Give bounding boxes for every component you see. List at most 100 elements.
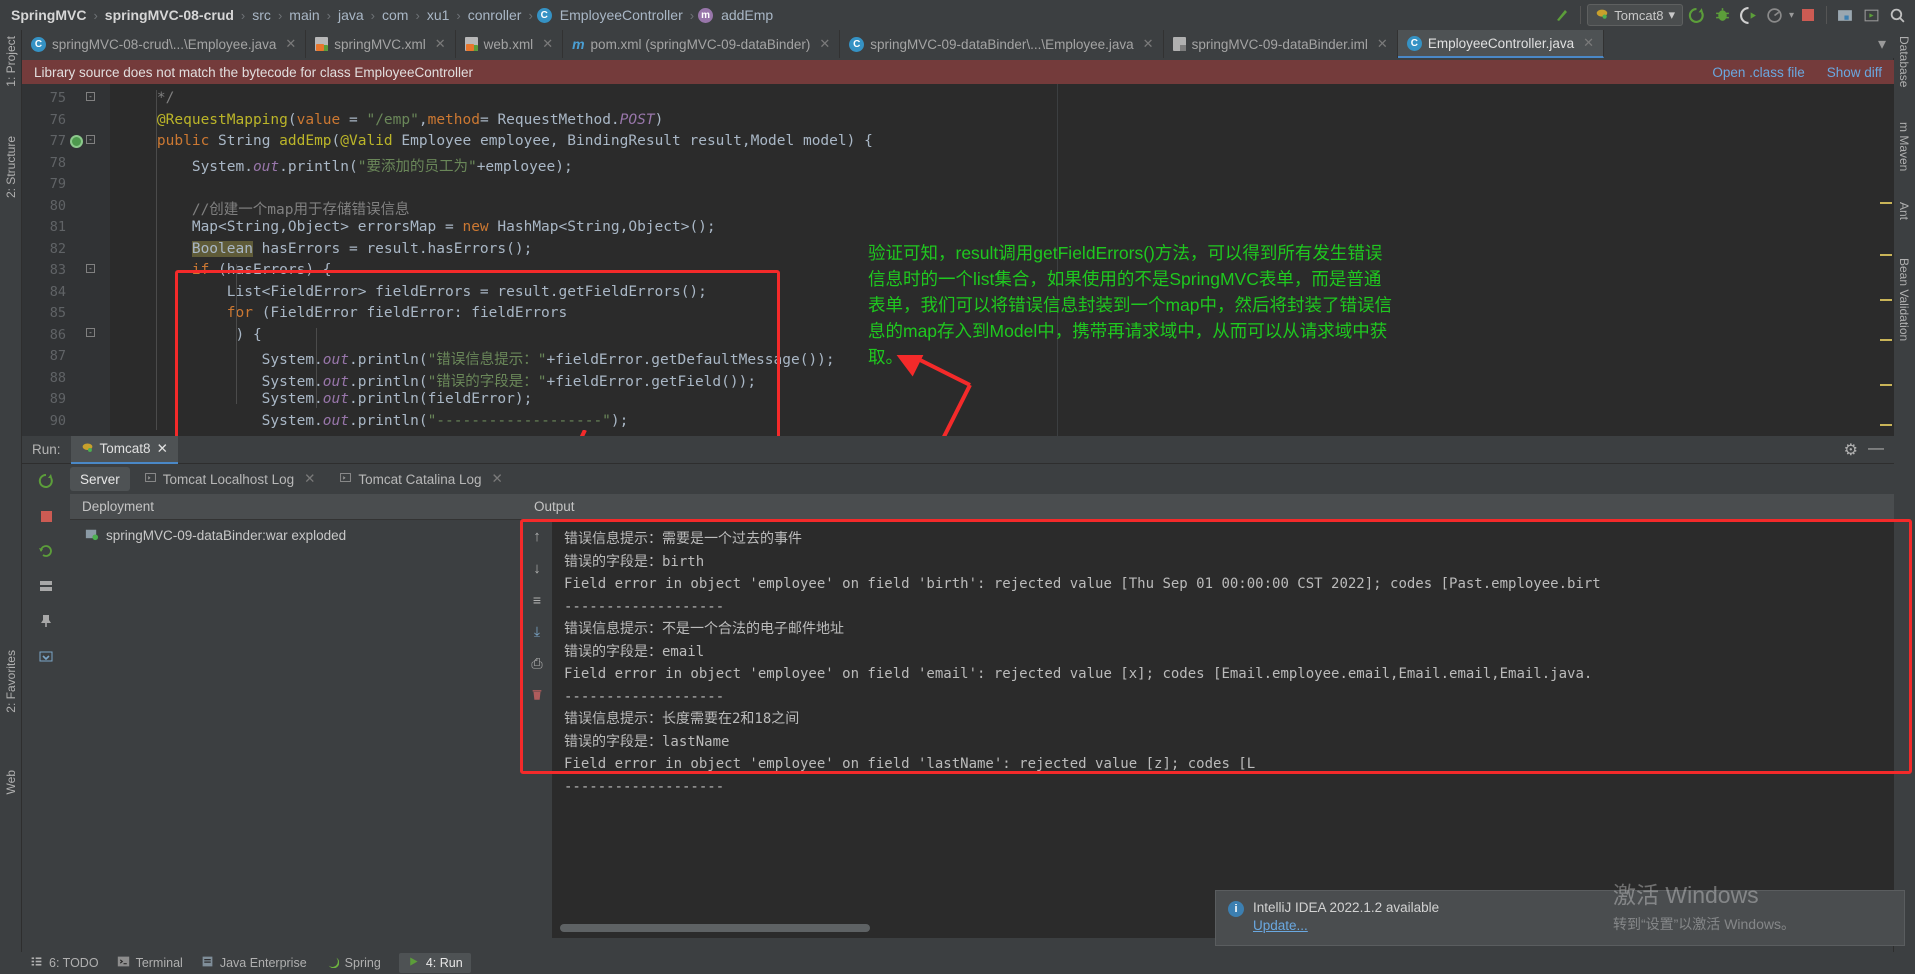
- code-line[interactable]: //创建一个map用于存储错误信息: [122, 198, 410, 219]
- profiler-button[interactable]: [1763, 3, 1787, 27]
- breadcrumb-item-src[interactable]: src: [249, 7, 274, 23]
- code-line[interactable]: List<FieldError> fieldErrors = result.ge…: [122, 284, 707, 300]
- editor-tab-1[interactable]: springMVC.xml ✕: [306, 30, 456, 58]
- run-subtab-2[interactable]: Tomcat Catalina Log ✕: [329, 467, 512, 491]
- restart-button[interactable]: [33, 540, 59, 562]
- sidebar-item-project[interactable]: 1: Project: [4, 36, 18, 87]
- run-tab-tomcat8[interactable]: Tomcat8 ✕: [70, 435, 178, 464]
- editor-tab-4[interactable]: CspringMVC-09-dataBinder\...\Employee.ja…: [840, 30, 1164, 58]
- update-notification[interactable]: i IntelliJ IDEA 2022.1.2 available Updat…: [1215, 890, 1905, 946]
- deployment-item[interactable]: springMVC-09-dataBinder:war exploded: [70, 520, 522, 544]
- editor-tab-3[interactable]: m pom.xml (springMVC-09-dataBinder) ✕: [563, 30, 841, 58]
- chevron-down-icon[interactable]: ▾: [1668, 7, 1675, 23]
- status-bar-item-terminal[interactable]: Terminal: [117, 955, 183, 971]
- breadcrumb-item-java[interactable]: java: [335, 7, 367, 23]
- pin-button[interactable]: [33, 610, 59, 632]
- soft-wrap-icon[interactable]: ≡: [533, 592, 541, 608]
- scroll-up-icon[interactable]: ↑: [533, 528, 541, 545]
- open-class-file-link[interactable]: Open .class file: [1712, 65, 1804, 80]
- close-icon[interactable]: ✕: [492, 471, 503, 487]
- layout-button[interactable]: [33, 575, 59, 597]
- breadcrumb-item-com[interactable]: com: [379, 7, 411, 23]
- status-bar-item-4-run[interactable]: 4: Run: [398, 953, 471, 973]
- marker-notch-5[interactable]: [1880, 424, 1892, 426]
- search-everywhere-button[interactable]: [1885, 3, 1909, 27]
- breadcrumb-item-main[interactable]: main: [286, 7, 322, 23]
- close-icon[interactable]: ✕: [435, 36, 446, 52]
- breadcrumb-item-springmvc-08-crud[interactable]: springMVC-08-crud: [102, 7, 237, 23]
- fold-marker-75[interactable]: -: [86, 92, 96, 102]
- fold-marker-77[interactable]: -: [86, 135, 96, 145]
- print-icon[interactable]: ⎙: [531, 655, 542, 672]
- profiler-chevron-icon[interactable]: ▾: [1789, 10, 1794, 21]
- editor-tab-6[interactable]: C EmployeeController.java ✕: [1397, 30, 1605, 58]
- sidebar-item-ant[interactable]: Ant: [1897, 202, 1911, 220]
- console-horizontal-scrollbar[interactable]: [560, 924, 870, 932]
- run-button[interactable]: [1685, 3, 1709, 27]
- scroll-to-end-icon[interactable]: ⤓: [534, 623, 540, 640]
- breadcrumb-item-employeecontroller[interactable]: C EmployeeController: [536, 7, 686, 23]
- code-line[interactable]: System.out.println("要添加的员工为"+employee);: [122, 155, 573, 176]
- notification-update-link[interactable]: Update...: [1253, 918, 1308, 933]
- code-line[interactable]: Boolean hasErrors = result.hasErrors();: [122, 240, 532, 257]
- close-icon[interactable]: ✕: [285, 36, 296, 52]
- debug-button[interactable]: [1711, 3, 1735, 27]
- console-output[interactable]: 错误信息提示：需要是一个过去的事件 错误的字段是：birth Field error…: [552, 520, 1894, 938]
- breadcrumb-item-addemp[interactable]: m addEmp: [698, 7, 776, 23]
- fold-marker-86[interactable]: -: [86, 328, 96, 338]
- close-icon[interactable]: ✕: [304, 471, 315, 487]
- show-diff-link[interactable]: Show diff: [1827, 65, 1882, 80]
- run-with-coverage-button[interactable]: [1737, 3, 1761, 27]
- close-icon[interactable]: ✕: [1377, 36, 1388, 52]
- marker-notch-0[interactable]: [1880, 202, 1892, 204]
- breadcrumb-item-xu1[interactable]: xu1: [424, 7, 453, 23]
- status-bar-item-java-enterprise[interactable]: Java Enterprise: [201, 955, 307, 971]
- editor-tab-5[interactable]: springMVC-09-dataBinder.iml ✕: [1164, 30, 1398, 58]
- run-gutter-icon[interactable]: [70, 135, 83, 148]
- status-bar-item-spring[interactable]: Spring: [325, 955, 381, 971]
- close-icon[interactable]: ✕: [819, 36, 830, 52]
- code-line[interactable]: System.out.println(fieldError);: [122, 391, 533, 407]
- breadcrumb-item-conroller[interactable]: conroller: [465, 7, 525, 23]
- scroll-down-icon[interactable]: ↓: [533, 560, 541, 577]
- run-subtab-0[interactable]: Server: [70, 467, 130, 491]
- rerun-button[interactable]: [33, 470, 59, 492]
- code-line[interactable]: */: [122, 90, 174, 106]
- code-line[interactable]: public String addEmp(@Valid Employee emp…: [122, 133, 873, 149]
- code-line[interactable]: System.out.println("错误信息提示："+fieldError.…: [122, 348, 835, 369]
- fold-marker-83[interactable]: -: [86, 264, 96, 274]
- code-line[interactable]: System.out.println("错误的字段是："+fieldError.…: [122, 370, 756, 391]
- sidebar-item-structure[interactable]: 2: Structure: [4, 136, 18, 198]
- run-subtab-1[interactable]: Tomcat Localhost Log ✕: [134, 467, 326, 491]
- close-icon[interactable]: ✕: [157, 441, 168, 457]
- marker-notch-2[interactable]: [1880, 299, 1892, 301]
- code-line[interactable]: Map<String,Object> errorsMap = new HashM…: [122, 219, 716, 235]
- code-line[interactable]: System.out.println("-------------------"…: [122, 413, 629, 429]
- stop-button[interactable]: [1796, 3, 1820, 27]
- code-line[interactable]: @RequestMapping(value = "/emp",method= R…: [122, 112, 663, 128]
- build-icon[interactable]: [1550, 3, 1574, 27]
- minimize-icon[interactable]: —: [1868, 440, 1884, 460]
- close-icon[interactable]: ✕: [1143, 36, 1154, 52]
- redeploy-button[interactable]: [33, 645, 59, 667]
- sidebar-item-bean-validation[interactable]: Bean Validation: [1897, 258, 1911, 341]
- project-structure-button[interactable]: [1833, 3, 1857, 27]
- close-icon[interactable]: ✕: [542, 36, 553, 52]
- code-line[interactable]: for (FieldError fieldError: fieldErrors: [122, 305, 567, 321]
- code-line[interactable]: ) {: [122, 327, 261, 343]
- sidebar-item-web[interactable]: Web: [4, 770, 18, 794]
- marker-notch-3[interactable]: [1880, 339, 1892, 341]
- clear-all-icon[interactable]: [530, 687, 544, 707]
- status-bar-item-6-todo[interactable]: 6: TODO: [30, 955, 99, 971]
- sidebar-item-maven[interactable]: m Maven: [1897, 122, 1911, 171]
- marker-notch-4[interactable]: [1880, 384, 1892, 386]
- close-icon[interactable]: ✕: [1583, 35, 1594, 51]
- editor-tab-2[interactable]: web.xml ✕: [456, 30, 564, 58]
- marker-notch-1[interactable]: [1880, 254, 1892, 256]
- editor-tab-0[interactable]: CspringMVC-08-crud\...\Employee.java ✕: [22, 30, 307, 58]
- breadcrumb-item-springmvc[interactable]: SpringMVC: [8, 7, 89, 23]
- code-line[interactable]: if (hasErrors) {: [122, 262, 332, 278]
- stop-button[interactable]: [33, 505, 59, 527]
- update-app-button[interactable]: [1859, 3, 1883, 27]
- gear-icon[interactable]: ⚙: [1844, 440, 1858, 460]
